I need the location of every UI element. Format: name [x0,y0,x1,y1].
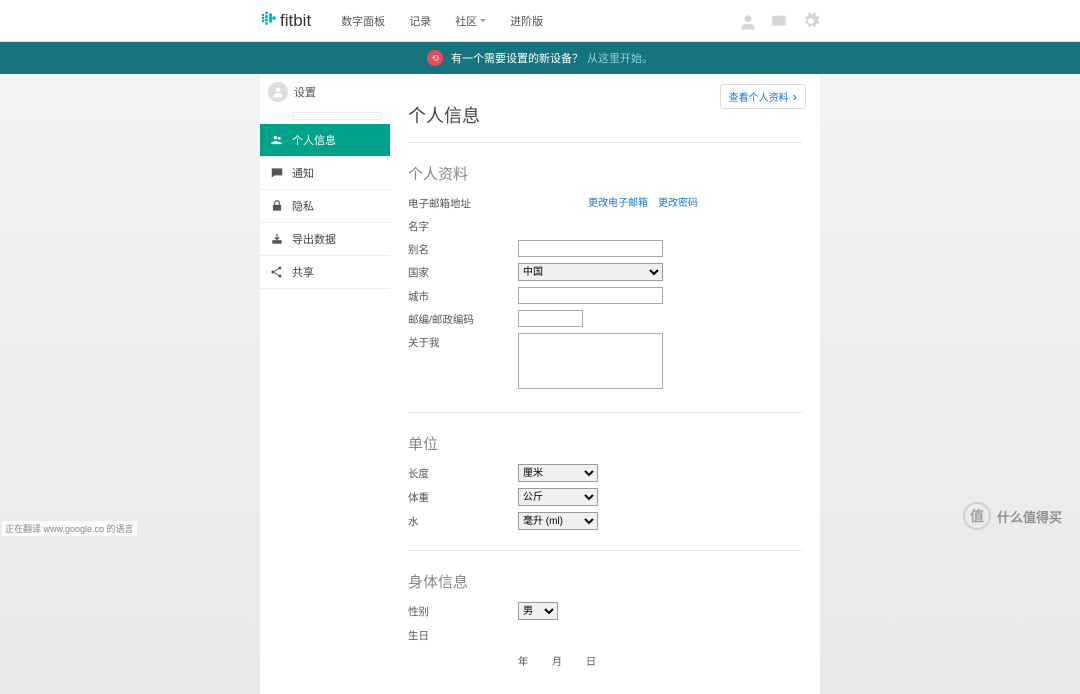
section-profile: 个人资料 电子邮箱地址 更改电子邮箱 更改密码 名字 别名 国家 中国 城市 [408,163,802,413]
user-name-bar [292,112,382,120]
chat-icon [270,166,284,180]
section-units: 单位 长度 厘米 体重 公斤 水 毫升 (ml) [408,433,802,551]
view-profile-button[interactable]: 查看个人资料 [720,84,806,109]
section-body: 身体信息 性别 男 生日 年 月 日 [408,571,802,668]
brand-text: fitbit [280,11,311,31]
label-postal: 邮编/邮政编码 [408,310,518,327]
link-change-password[interactable]: 更改密码 [658,194,698,209]
select-length[interactable]: 厘米 [518,464,598,482]
divider [408,550,802,551]
input-nickname[interactable] [518,240,663,257]
label-email: 电子邮箱地址 [408,194,518,211]
textarea-about[interactable] [518,333,663,389]
status-bar-text: 正在翻译 www.google.co 的语言 [2,521,137,536]
alert-icon: ⟲ [427,50,443,66]
date-day: 日 [586,653,596,668]
watermark-text: 什么值得买 [997,507,1062,526]
main-content: 查看个人资料 个人信息 个人资料 电子邮箱地址 更改电子邮箱 更改密码 名字 别… [390,74,820,694]
messages-icon[interactable] [770,12,788,30]
alert-banner: ⟲ 有一个需要设置的新设备？ 从这里开始。 [0,42,1080,74]
logo-dots-icon [260,10,276,31]
sidebar-item-privacy[interactable]: 隐私 [260,190,390,223]
sidebar-user: 设置 [260,74,390,110]
profile-icon[interactable] [738,12,756,30]
select-gender[interactable]: 男 [518,602,558,620]
people-icon [270,133,284,147]
main-container: 设置 个人信息 通知 隐私 导出数据 共享 查看个人资料 个人信息 个人资料 [260,74,820,694]
top-header: fitbit 数字面板 记录 社区 进阶版 [0,0,1080,42]
user-settings-label: 设置 [294,84,316,100]
label-nickname: 别名 [408,240,518,257]
sidebar-item-label: 通知 [292,165,314,181]
sidebar-item-label: 共享 [292,264,314,280]
select-weight[interactable]: 公斤 [518,488,598,506]
label-water: 水 [408,512,518,529]
select-water[interactable]: 毫升 (ml) [518,512,598,530]
link-change-email[interactable]: 更改电子邮箱 [588,194,648,209]
nav-dashboard[interactable]: 数字面板 [341,13,385,29]
sidebar-item-share[interactable]: 共享 [260,256,390,289]
label-name: 名字 [408,217,518,234]
sidebar-item-label: 个人信息 [292,132,336,148]
alert-text: 有一个需要设置的新设备？ [451,50,583,66]
sidebar-item-notify[interactable]: 通知 [260,157,390,190]
alert-link[interactable]: 从这里开始。 [587,50,653,66]
header-actions [738,12,820,30]
export-icon [270,232,284,246]
watermark: 值 什么值得买 [963,502,1062,530]
label-about: 关于我 [408,333,518,350]
sidebar: 设置 个人信息 通知 隐私 导出数据 共享 [260,74,390,694]
avatar-icon [268,82,288,102]
section-title-body: 身体信息 [408,571,802,592]
lock-icon [270,199,284,213]
sidebar-item-label: 导出数据 [292,231,336,247]
watermark-badge: 值 [963,502,991,530]
divider [408,412,802,413]
input-city[interactable] [518,287,663,304]
section-title-units: 单位 [408,433,802,454]
input-postal[interactable] [518,310,583,327]
date-month: 月 [552,653,562,668]
gear-icon[interactable] [802,12,820,30]
label-length: 长度 [408,464,518,481]
label-gender: 性别 [408,602,518,619]
sidebar-item-export[interactable]: 导出数据 [260,223,390,256]
date-year: 年 [518,653,528,668]
label-country: 国家 [408,263,518,280]
nav-community[interactable]: 社区 [455,13,486,29]
sidebar-item-label: 隐私 [292,198,314,214]
sidebar-item-personal[interactable]: 个人信息 [260,124,390,157]
nav-premium[interactable]: 进阶版 [510,13,543,29]
nav-log[interactable]: 记录 [409,13,431,29]
select-country[interactable]: 中国 [518,263,663,281]
brand-logo[interactable]: fitbit [260,10,311,31]
label-weight: 体重 [408,488,518,505]
label-city: 城市 [408,287,518,304]
section-title-profile: 个人资料 [408,163,802,184]
share-icon [270,265,284,279]
label-birthday: 生日 [408,626,518,643]
